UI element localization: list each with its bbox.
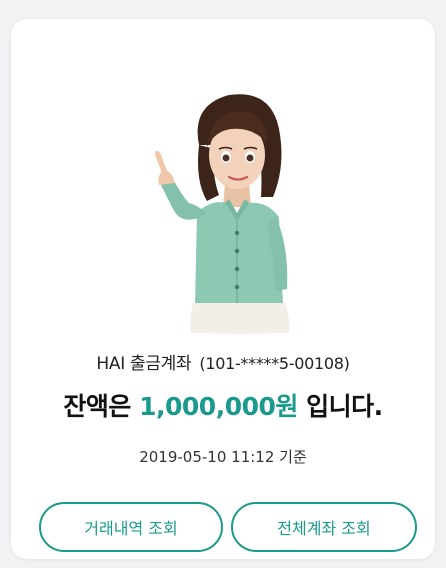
balance-timestamp: 2019-05-10 11:12 기준 bbox=[139, 448, 307, 466]
transaction-history-button[interactable]: 거래내역 조회 bbox=[39, 502, 223, 552]
account-info: HAI 출금계좌 (101-*****5-00108) bbox=[11, 349, 435, 374]
balance-prefix: 잔액은 bbox=[63, 392, 131, 421]
account-name: HAI 출금계좌 bbox=[96, 354, 192, 374]
balance-sentence: 잔액은 1,000,000원 입니다. bbox=[11, 387, 435, 423]
assistant-avatar-illustration bbox=[154, 94, 301, 337]
balance-amount: 1,000,000원 bbox=[139, 392, 298, 421]
all-accounts-button[interactable]: 전체계좌 조회 bbox=[231, 502, 417, 552]
account-number: (101-*****5-00108) bbox=[199, 354, 350, 373]
balance-suffix: 입니다. bbox=[306, 392, 383, 421]
account-balance-card: HAI 출금계좌 (101-*****5-00108) 잔액은 1,000,000… bbox=[11, 19, 435, 559]
